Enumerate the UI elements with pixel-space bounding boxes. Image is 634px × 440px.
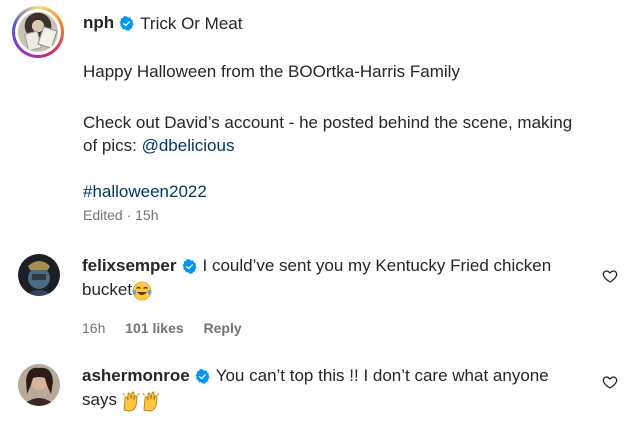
verified-badge-icon: [119, 15, 134, 31]
mention-link[interactable]: @dbelicious: [142, 136, 235, 155]
caption-text: Check out David’s account - he posted be…: [83, 113, 573, 132]
post-header: nph Trick Or Meat: [83, 6, 623, 40]
heart-icon[interactable]: [602, 374, 618, 390]
heart-icon[interactable]: [602, 268, 618, 284]
face-with-tears-of-joy-icon: [132, 281, 152, 300]
playing-card-graphic: [37, 26, 58, 49]
caption-text: of pics:: [83, 136, 142, 155]
verified-badge-icon: [182, 259, 197, 274]
comment-avatar[interactable]: [18, 364, 60, 406]
comment-text: felixsemper I could’ve sent you my Kentu…: [82, 254, 582, 302]
comment-text: ashermonroe You can’t top this !! I don’…: [82, 364, 582, 412]
comment-meta: 16h 101 likes Reply: [82, 316, 582, 340]
comment-text-line-2: bucket: [82, 280, 133, 299]
comment-avatar[interactable]: [18, 254, 60, 296]
comment-text-line-1: You can’t top this !! I don’t care what …: [215, 366, 549, 385]
comment-time: 16h: [82, 320, 106, 336]
comment-likes[interactable]: 101 likes: [125, 320, 183, 336]
avatar-image: [18, 12, 58, 52]
avatar-image: [18, 254, 60, 296]
post-meta: Edited · 15h: [83, 207, 159, 223]
post-title: Trick Or Meat: [140, 13, 243, 33]
hashtag-link[interactable]: #halloween2022: [83, 180, 207, 203]
verified-badge-icon: [195, 369, 210, 384]
avatar-border: [15, 9, 61, 55]
post-avatar[interactable]: [12, 6, 64, 58]
avatar-image: [18, 364, 60, 406]
comment-body: ashermonroe You can’t top this !! I don’…: [82, 364, 582, 412]
comment-text-line-1: I could’ve sent you my Kentucky Fried ch…: [202, 256, 552, 275]
caption-line-2: Check out David’s account - he posted be…: [83, 111, 623, 157]
raising-hands-icon: [122, 391, 160, 411]
post-username[interactable]: nph: [83, 6, 114, 40]
caption-line-1: Happy Halloween from the BOOrtka-Harris …: [83, 62, 460, 81]
comment-username[interactable]: felixsemper: [82, 256, 177, 275]
reply-button[interactable]: Reply: [204, 320, 242, 336]
post-body: nph Trick Or Meat Happy Halloween from t…: [83, 6, 623, 223]
comment-username[interactable]: ashermonroe: [82, 366, 190, 385]
comment-text-line-2: says: [82, 390, 117, 409]
comment: felixsemper I could’ve sent you my Kentu…: [18, 254, 624, 336]
comment-body: felixsemper I could’ve sent you my Kentu…: [82, 254, 582, 340]
comment: ashermonroe You can’t top this !! I don’…: [18, 364, 624, 440]
